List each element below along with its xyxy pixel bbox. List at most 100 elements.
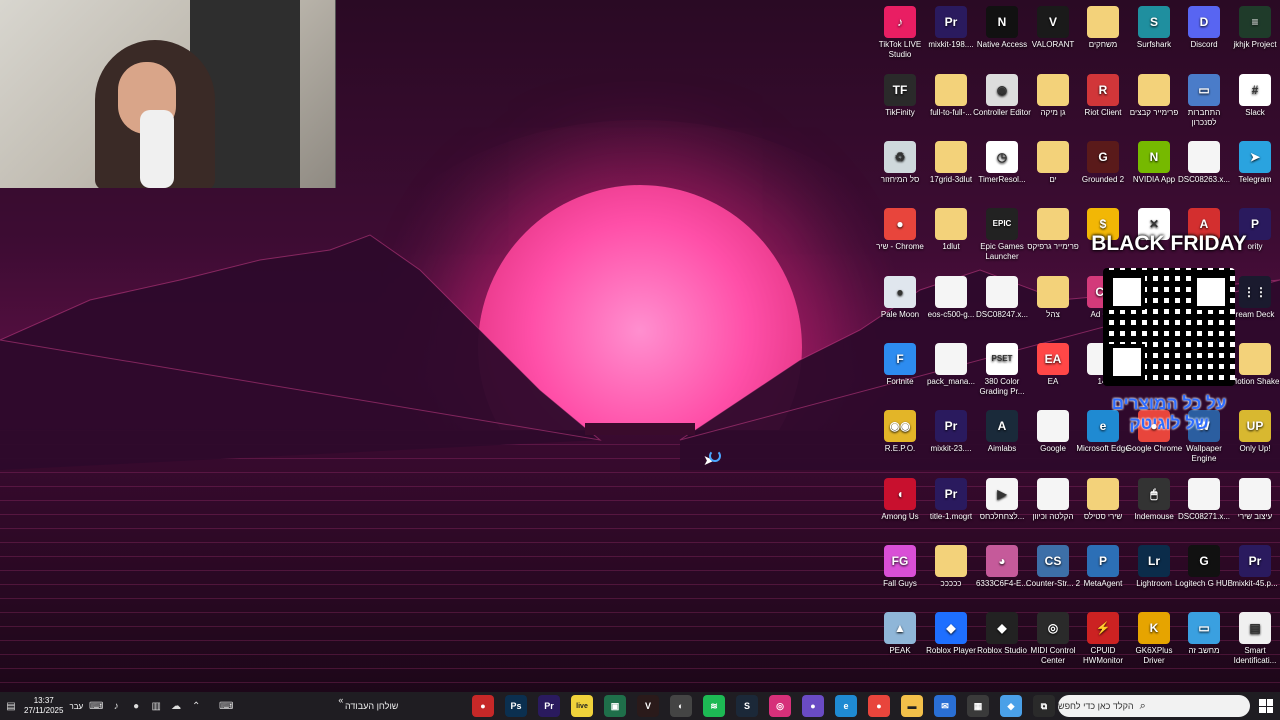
desktop-icon[interactable]: full-to-full-... bbox=[922, 74, 980, 118]
desktop-icon-label: R.E.P.O. bbox=[884, 444, 916, 453]
desktop-icon[interactable]: ◷ TimerResol... bbox=[973, 141, 1031, 185]
file-explorer-app-icon[interactable]: ▬ bbox=[901, 695, 923, 717]
green-app-icon[interactable]: ▣ bbox=[604, 695, 626, 717]
desktop-icon[interactable]: Pr mixkit-45.p... bbox=[1226, 545, 1280, 589]
desktop-icon[interactable]: Pr mixkit-198.... bbox=[922, 6, 980, 50]
desktop-icon[interactable]: שירי סטילס bbox=[1074, 478, 1132, 522]
desktop-icon[interactable]: ♻ סל המיחזור bbox=[871, 141, 929, 185]
this-pc-icon: ▭ bbox=[1188, 612, 1220, 644]
clock[interactable]: 13:37 27/11/2025 bbox=[24, 696, 63, 716]
instagram-app-icon[interactable]: ◎ bbox=[769, 695, 791, 717]
volume-icon[interactable]: ♪ bbox=[109, 699, 123, 713]
desktop-icon-label: Controller Editor bbox=[973, 108, 1031, 117]
start-button[interactable] bbox=[1256, 696, 1276, 716]
microphone-icon[interactable]: ● bbox=[129, 699, 143, 713]
folder-icon bbox=[1087, 6, 1119, 38]
desktop-icon[interactable]: ◆ Roblox Studio bbox=[973, 612, 1031, 656]
desktop-icon[interactable]: F Fortnite bbox=[871, 343, 929, 387]
desktop-icon[interactable]: ♪ TikTok LIVE Studio bbox=[871, 6, 929, 60]
desktop-icon[interactable]: ◉◉ R.E.P.O. bbox=[871, 410, 929, 454]
desktop-icon[interactable]: eos-c500-g... bbox=[922, 276, 980, 320]
onedrive-icon[interactable]: ☁ bbox=[169, 699, 183, 713]
premiere-app-icon[interactable]: Pr bbox=[538, 695, 560, 717]
desktop-icon[interactable]: כככככ bbox=[922, 545, 980, 589]
folder-icon bbox=[1037, 208, 1069, 240]
desktop-icon[interactable]: D Discord bbox=[1175, 6, 1233, 50]
desktop-icon[interactable]: ● שיר - Chrome bbox=[871, 208, 929, 252]
desktop-icon[interactable]: DSC08271.x... bbox=[1175, 478, 1233, 522]
chrome-app-icon[interactable]: ● bbox=[868, 695, 890, 717]
desktop-icon[interactable]: ▲ PEAK bbox=[871, 612, 929, 656]
desktop-icon[interactable]: ▭ מחשב זה bbox=[1175, 612, 1233, 656]
desktop-icon[interactable]: DSC08247.x... bbox=[973, 276, 1031, 320]
desktop-icon[interactable]: PSET 380 Color Grading Pr... bbox=[973, 343, 1031, 397]
timer-icon: ◷ bbox=[986, 141, 1018, 173]
desktop-icon[interactable]: pack_mana... bbox=[922, 343, 980, 387]
desktop-icon[interactable]: 1dlut bbox=[922, 208, 980, 252]
desktop-icon-label: Only Up! bbox=[1239, 444, 1271, 453]
mail-app-icon[interactable]: ✉ bbox=[934, 695, 956, 717]
desktop-icon[interactable]: ➤ Telegram bbox=[1226, 141, 1280, 185]
recycle-bin-icon: ♻ bbox=[884, 141, 916, 173]
desktop-icon-label: Aimlabs bbox=[987, 444, 1017, 453]
steam-app-icon[interactable]: S bbox=[736, 695, 758, 717]
keyboard-icon[interactable]: ⌨ bbox=[89, 699, 103, 713]
desktop-icon[interactable]: ▭ התחברות לסנכרון bbox=[1175, 74, 1233, 128]
metaagent-icon: P bbox=[1087, 545, 1119, 577]
desktop-icon[interactable]: ◖ Among Us bbox=[871, 478, 929, 522]
desktop-icon[interactable]: DSC08263.x... bbox=[1175, 141, 1233, 185]
desktop-icon[interactable]: 17grid-3dlut bbox=[922, 141, 980, 185]
desktop-icon[interactable]: Pr mixkit-23.... bbox=[922, 410, 980, 454]
desktop-icon[interactable]: ◆ Roblox Player bbox=[922, 612, 980, 656]
copilot-app-icon[interactable]: ◆ bbox=[1000, 695, 1022, 717]
desktop-icon[interactable]: R Riot Client bbox=[1074, 74, 1132, 118]
search-box[interactable]: ⌕ הקלד כאן כדי לחפש bbox=[1058, 695, 1250, 717]
desktop-icon[interactable]: ◉ Controller Editor bbox=[973, 74, 1031, 118]
qr-finder-bottom-left bbox=[1109, 344, 1145, 380]
desktop-icon[interactable]: ⚡ CPUID HWMonitor bbox=[1074, 612, 1132, 666]
edge-app-icon[interactable]: e bbox=[835, 695, 857, 717]
store-app-icon[interactable]: ▦ bbox=[967, 695, 989, 717]
desktop-icon[interactable]: EPIC Epic Games Launcher bbox=[973, 208, 1031, 262]
desktop-icon[interactable]: N Native Access bbox=[973, 6, 1031, 50]
spotify-app-icon[interactable]: ≋ bbox=[703, 695, 725, 717]
desktop-icon-label: סל המיחזור bbox=[880, 175, 920, 184]
desktop-icon[interactable]: TF TikFinity bbox=[871, 74, 929, 118]
desktop-icon[interactable]: ≡ jkhjk Project bbox=[1226, 6, 1280, 50]
network-icon[interactable]: ▥ bbox=[149, 699, 163, 713]
premiere-icon: Pr bbox=[935, 6, 967, 38]
desktop-toolbar[interactable]: שולחן העבודה « bbox=[338, 692, 403, 720]
desktop-icon[interactable]: # Slack bbox=[1226, 74, 1280, 118]
desktop-icon[interactable]: FG Fall Guys bbox=[871, 545, 929, 589]
desktop-icon[interactable]: ▤ Smart Identificati... bbox=[1226, 612, 1280, 666]
task-view-app-icon[interactable]: ⧉ bbox=[1033, 695, 1055, 717]
desktop-icon[interactable]: A Aimlabs bbox=[973, 410, 1031, 454]
desktop-icon[interactable]: Pr title-1.mogrt bbox=[922, 478, 980, 522]
photoshop-app-icon[interactable]: Ps bbox=[505, 695, 527, 717]
desktop-icon[interactable]: משחקים bbox=[1074, 6, 1132, 50]
folder-icon bbox=[935, 74, 967, 106]
show-hidden-icons-chevron-icon[interactable]: ⌃ bbox=[189, 699, 203, 713]
valorant-app-icon[interactable]: V bbox=[637, 695, 659, 717]
folder-icon bbox=[935, 208, 967, 240]
touch-keyboard-icon[interactable]: ⌨ bbox=[219, 699, 233, 713]
valorant-icon: V bbox=[1037, 6, 1069, 38]
desktop-icon[interactable]: G Logitech G HUB bbox=[1175, 545, 1233, 589]
desktop-icon[interactable]: ▶ לצחחלכחס... bbox=[973, 478, 1031, 522]
qr-code[interactable] bbox=[1103, 268, 1235, 386]
language-indicator[interactable]: עבר bbox=[69, 702, 83, 711]
notification-icon[interactable]: ▤ bbox=[4, 699, 18, 713]
desktop-icon[interactable]: G Grounded 2 bbox=[1074, 141, 1132, 185]
pinned-apps: ● Ps Pr live ▣ V ◐ ≋ S ◎ ● e ● ▬ ✉ ▦ ◆ ⧉ bbox=[472, 692, 1055, 720]
pc-icon: ▭ bbox=[1188, 74, 1220, 106]
live-app-icon[interactable]: live bbox=[571, 695, 593, 717]
desktop-icon[interactable]: ● Pale Moon bbox=[871, 276, 929, 320]
desktop-icon[interactable]: P MetaAgent bbox=[1074, 545, 1132, 589]
file-icon bbox=[1188, 141, 1220, 173]
desktop-icon-label: mixkit-45.p... bbox=[1232, 579, 1278, 588]
desktop-icon[interactable]: ◕ 6333C6F4-E... bbox=[973, 545, 1031, 589]
browser-app-icon[interactable]: ◐ bbox=[670, 695, 692, 717]
desktop-icon[interactable]: עיצוב שירי bbox=[1226, 478, 1280, 522]
record-app-icon[interactable]: ● bbox=[472, 695, 494, 717]
chrome-profile-app-icon[interactable]: ● bbox=[802, 695, 824, 717]
